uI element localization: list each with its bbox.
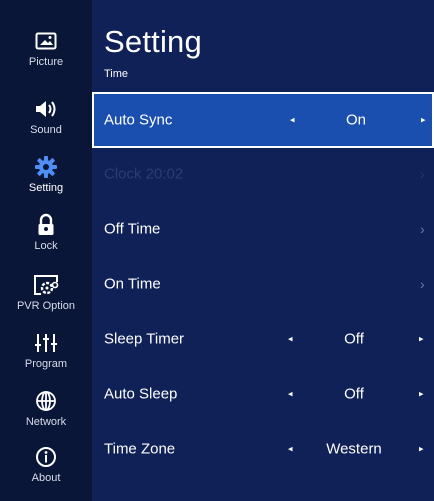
pvr-gear-icon xyxy=(32,272,60,298)
row-label: Sleep Timer xyxy=(104,330,185,348)
menu-row-off-time[interactable]: Off Time › xyxy=(92,201,434,257)
arrow-left-icon[interactable]: ◂ xyxy=(288,389,293,400)
picture-icon xyxy=(32,28,60,54)
sidebar-item-label: Setting xyxy=(28,182,64,194)
sidebar-item-label: Sound xyxy=(30,124,62,136)
row-value: Off xyxy=(344,330,364,348)
row-value: Off xyxy=(344,385,364,403)
sidebar: Picture Sound Setting Lock PVR Option Pr… xyxy=(0,0,92,501)
sidebar-item-picture[interactable]: Picture xyxy=(0,20,92,80)
row-label: Off Time xyxy=(104,220,161,238)
page-title: Setting xyxy=(104,24,202,59)
row-value: Western xyxy=(326,440,382,458)
sidebar-item-label: PVR Option xyxy=(16,300,76,312)
info-icon xyxy=(32,444,60,470)
sidebar-item-setting[interactable]: Setting xyxy=(0,146,92,206)
arrow-right-icon[interactable]: ▸ xyxy=(419,334,424,345)
row-label: Clock 20:02 xyxy=(104,165,184,183)
sidebar-item-program[interactable]: Program xyxy=(0,322,92,382)
sliders-icon xyxy=(32,330,60,356)
sidebar-item-label: Lock xyxy=(34,240,58,252)
sidebar-item-label: Picture xyxy=(28,56,64,68)
arrow-left-icon[interactable]: ◂ xyxy=(288,334,293,345)
section-subtitle: Time xyxy=(104,68,129,80)
menu-row-sleep-timer[interactable]: Sleep Timer ◂ Off ▸ xyxy=(92,311,434,367)
arrow-left-icon[interactable]: ◂ xyxy=(288,444,293,455)
arrow-right-icon[interactable]: ▸ xyxy=(421,115,426,126)
row-label: Time Zone xyxy=(104,440,176,458)
sidebar-item-sound[interactable]: Sound xyxy=(0,88,92,148)
menu-row-time-zone[interactable]: Time Zone ◂ Western ▸ xyxy=(92,421,434,477)
row-value: On xyxy=(345,111,366,129)
row-label: Auto Sleep xyxy=(104,385,178,403)
globe-icon xyxy=(32,388,60,414)
sidebar-item-label: About xyxy=(31,472,61,484)
sidebar-item-network[interactable]: Network xyxy=(0,380,92,440)
sidebar-item-lock[interactable]: Lock xyxy=(0,204,92,264)
arrow-left-icon[interactable]: ◂ xyxy=(290,115,295,126)
sidebar-item-label: Program xyxy=(24,358,68,370)
speaker-icon xyxy=(32,96,60,122)
gear-icon xyxy=(32,154,60,180)
lock-icon xyxy=(32,212,60,238)
arrow-right-icon[interactable]: ▸ xyxy=(419,444,424,455)
chevron-right-icon: › xyxy=(420,221,425,237)
menu-row-clock: Clock 20:02 › xyxy=(92,146,434,202)
sidebar-item-label: Network xyxy=(25,416,67,428)
arrow-right-icon[interactable]: ▸ xyxy=(419,389,424,400)
sidebar-item-about[interactable]: About xyxy=(0,436,92,496)
menu-row-on-time[interactable]: On Time › xyxy=(92,256,434,312)
row-label: Auto Sync xyxy=(104,111,173,129)
sidebar-item-pvr-option[interactable]: PVR Option xyxy=(0,264,92,324)
chevron-right-icon: › xyxy=(420,166,425,182)
menu-row-auto-sync[interactable]: Auto Sync ◂ On ▸ xyxy=(92,92,434,148)
settings-panel: Setting Time Auto Sync ◂ On ▸ Clock 20:0… xyxy=(92,0,434,501)
row-label: On Time xyxy=(104,275,161,293)
chevron-right-icon: › xyxy=(420,276,425,292)
menu-row-auto-sleep[interactable]: Auto Sleep ◂ Off ▸ xyxy=(92,366,434,422)
